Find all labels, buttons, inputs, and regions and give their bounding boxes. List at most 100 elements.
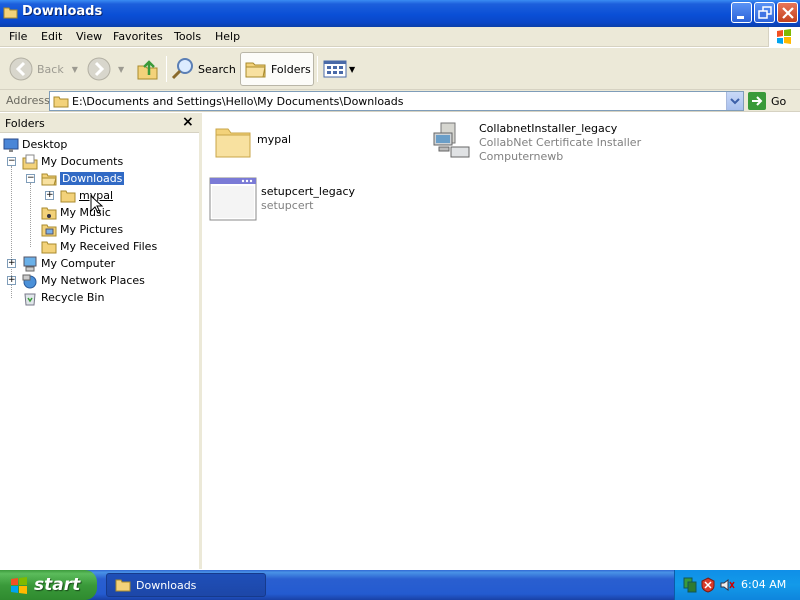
application-window-icon: [209, 177, 257, 221]
address-label: Address: [6, 94, 50, 107]
go-label: Go: [771, 94, 787, 108]
folder-icon: [215, 128, 251, 158]
forward-button[interactable]: ▼: [86, 52, 124, 86]
tree-item-my-pictures[interactable]: My Pictures: [41, 221, 123, 238]
tree-item-recycle-bin[interactable]: Recycle Bin: [22, 289, 104, 306]
title-bar[interactable]: Downloads: [0, 0, 800, 27]
tree-item-my-received-files[interactable]: My Received Files: [41, 238, 157, 255]
views-button[interactable]: ▼: [322, 52, 355, 86]
tree-item-mypal[interactable]: mypal: [60, 187, 113, 204]
address-dropdown-button[interactable]: [726, 92, 743, 110]
tree-item-my-computer[interactable]: My Computer: [22, 255, 115, 272]
expand-expander[interactable]: +: [45, 191, 54, 200]
desktop-icon: [3, 138, 19, 152]
recycle-bin-icon: [24, 293, 36, 305]
tree-item-my-network-places[interactable]: My Network Places: [22, 272, 145, 289]
folders-icon: [245, 62, 266, 78]
menu-edit[interactable]: Edit: [41, 30, 62, 43]
expand-expander[interactable]: +: [7, 276, 16, 285]
expand-expander[interactable]: +: [7, 259, 16, 268]
views-dropdown-icon[interactable]: ▼: [349, 65, 355, 74]
tree-item-my-documents[interactable]: My Documents: [22, 153, 123, 170]
views-grid-icon: [323, 60, 347, 78]
file-name: CollabnetInstaller_legacy: [479, 122, 618, 135]
tree-line: [30, 183, 31, 247]
tree-item-downloads[interactable]: Downloads: [41, 170, 125, 187]
start-label: start: [34, 575, 81, 595]
menu-tools[interactable]: Tools: [174, 30, 201, 43]
collapse-expander[interactable]: −: [26, 174, 35, 183]
go-arrow-icon: [748, 92, 766, 110]
tree-item-label: Downloads: [60, 172, 125, 185]
folder-icon: [3, 7, 18, 19]
up-folder-button[interactable]: [136, 52, 160, 86]
back-dropdown-icon[interactable]: ▼: [72, 65, 78, 74]
close-icon[interactable]: ×: [182, 114, 194, 130]
restore-icon: [758, 6, 772, 19]
computer-icon: [23, 256, 37, 271]
volume-icon[interactable]: [719, 577, 735, 593]
folders-label: Folders: [271, 62, 311, 76]
minimize-icon: [737, 16, 744, 19]
menu-bar: File Edit View Favorites Tools Help: [0, 27, 800, 47]
folders-pane: Folders × Desktop − My Documents − Downl…: [0, 113, 202, 569]
toolbar-separator: [317, 56, 318, 82]
tree-item-my-music[interactable]: My Music: [41, 204, 111, 221]
security-alert-icon[interactable]: [701, 577, 715, 593]
collapse-expander[interactable]: −: [7, 157, 16, 166]
file-item-setupcert[interactable]: setupcert_legacy setupcert: [209, 177, 355, 221]
chevron-down-icon: [730, 98, 740, 105]
back-arrow-icon: [9, 57, 33, 81]
file-item-collabnet-installer[interactable]: CollabnetInstaller_legacy CollabNet Cert…: [431, 121, 641, 165]
address-value: E:\Documents and Settings\Hello\My Docum…: [72, 95, 404, 108]
close-icon: [782, 7, 794, 19]
back-button[interactable]: Back ▼: [8, 52, 78, 86]
search-icon: [171, 58, 193, 80]
toolbar: Back ▼ ▼ Search Folders ▼: [0, 48, 800, 90]
menu-favorites[interactable]: Favorites: [113, 30, 163, 43]
folders-button[interactable]: Folders: [240, 52, 314, 86]
folder-open-icon: [41, 173, 57, 185]
maximize-button[interactable]: [754, 2, 775, 23]
menu-view[interactable]: View: [76, 30, 102, 43]
close-button[interactable]: [777, 2, 798, 23]
windows-logo-icon: [11, 577, 27, 594]
file-description: setupcert: [261, 199, 314, 212]
file-name: mypal: [257, 133, 292, 146]
tree-item-label: My Received Files: [60, 240, 158, 253]
tree-item-label: My Pictures: [60, 223, 124, 236]
network-status-icon[interactable]: [683, 577, 697, 593]
menu-help[interactable]: Help: [215, 30, 240, 43]
tree-item-label: Recycle Bin: [41, 291, 105, 304]
minimize-button[interactable]: [731, 2, 752, 23]
menu-file[interactable]: File: [9, 30, 27, 43]
file-name: setupcert_legacy: [261, 185, 356, 198]
music-folder-icon: [41, 207, 57, 219]
address-input[interactable]: E:\Documents and Settings\Hello\My Docum…: [49, 91, 744, 111]
go-button[interactable]: Go: [748, 92, 786, 110]
tree-item-label: My Computer: [41, 257, 116, 270]
forward-arrow-icon: [87, 57, 111, 81]
address-bar: Address E:\Documents and Settings\Hello\…: [0, 90, 800, 112]
file-company: Computernewb: [479, 150, 564, 163]
pictures-folder-icon: [41, 224, 57, 236]
system-tray: 6:04 AM: [674, 570, 800, 600]
taskbar-window-downloads[interactable]: Downloads: [106, 573, 266, 597]
tree-item-desktop[interactable]: Desktop: [3, 136, 67, 153]
forward-dropdown-icon[interactable]: ▼: [118, 65, 124, 74]
my-documents-icon: [22, 154, 38, 169]
tree-item-label: Desktop: [22, 138, 68, 151]
back-label: Back: [37, 62, 64, 76]
search-label: Search: [198, 62, 236, 76]
tree-item-label: My Network Places: [41, 274, 145, 287]
search-button[interactable]: Search: [170, 52, 236, 86]
start-button[interactable]: start: [0, 570, 97, 600]
taskbar: start Downloads 6:04 AM: [0, 570, 800, 600]
folder-icon: [53, 96, 69, 108]
file-item-mypal[interactable]: mypal: [213, 121, 291, 161]
folder-icon: [115, 579, 131, 592]
clock[interactable]: 6:04 AM: [741, 578, 786, 591]
installer-icon: [433, 122, 470, 158]
file-description: CollabNet Certificate Installer: [479, 136, 642, 149]
taskbar-window-label: Downloads: [136, 579, 197, 592]
